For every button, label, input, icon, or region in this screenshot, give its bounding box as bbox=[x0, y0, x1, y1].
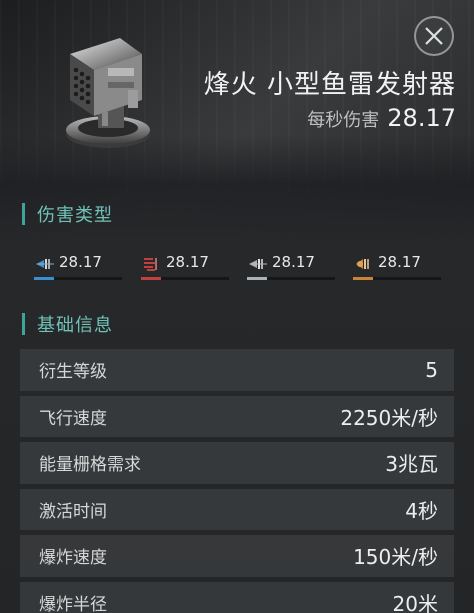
stat-row-powergrid: 能量栅格需求 3兆瓦 bbox=[20, 442, 454, 484]
stat-row-derived-level: 衍生等级 5 bbox=[20, 349, 454, 391]
stat-value: 20米 bbox=[392, 591, 438, 613]
item-title: 烽火 小型鱼雷发射器 bbox=[203, 70, 456, 100]
item-info-panel: 烽火 小型鱼雷发射器 每秒伤害 28.17 伤害类型 28.17 28.17 2… bbox=[0, 0, 474, 613]
stat-row-activation-time: 激活时间 4秒 bbox=[20, 488, 454, 530]
stat-value: 3兆瓦 bbox=[385, 452, 438, 477]
stats-table: 衍生等级 5 飞行速度 2250米/秒 能量栅格需求 3兆瓦 激活时间 4秒 爆… bbox=[20, 349, 454, 613]
stat-label: 衍生等级 bbox=[39, 362, 107, 383]
damage-type-em: 28.17 bbox=[34, 252, 126, 282]
damage-bar-track bbox=[34, 277, 122, 280]
torpedo-launcher-image bbox=[66, 38, 150, 148]
stat-label: 激活时间 bbox=[39, 501, 107, 522]
damage-section-title: 伤害类型 bbox=[37, 205, 113, 226]
stat-label: 能量栅格需求 bbox=[39, 455, 141, 476]
damage-type-explosive: 28.17 bbox=[353, 252, 445, 282]
explosive-damage-icon bbox=[356, 259, 369, 269]
damage-bar-track bbox=[141, 277, 229, 280]
damage-value: 28.17 bbox=[272, 253, 315, 271]
dps-row: 每秒伤害 28.17 bbox=[307, 104, 456, 132]
damage-value: 28.17 bbox=[378, 253, 421, 271]
damage-value: 28.17 bbox=[166, 253, 209, 271]
dps-label: 每秒伤害 bbox=[307, 110, 380, 131]
item-header: 烽火 小型鱼雷发射器 每秒伤害 28.17 bbox=[0, 0, 474, 190]
damage-bar-fill bbox=[141, 277, 161, 280]
dps-value: 28.17 bbox=[387, 104, 456, 132]
damage-bar-fill bbox=[34, 277, 54, 280]
damage-bar-track bbox=[247, 277, 335, 280]
damage-type-thermal: 28.17 bbox=[141, 252, 233, 282]
damage-type-kinetic: 28.17 bbox=[247, 252, 339, 282]
thermal-damage-icon bbox=[144, 258, 157, 271]
info-section-header: 基础信息 bbox=[22, 311, 113, 337]
damage-section-header: 伤害类型 bbox=[22, 201, 113, 227]
damage-bar-fill bbox=[353, 277, 373, 280]
stat-row-flight-speed: 飞行速度 2250米/秒 bbox=[20, 395, 454, 437]
stat-row-explosion-radius: 爆炸半径 20米 bbox=[20, 581, 454, 613]
close-button[interactable] bbox=[414, 16, 454, 56]
section-accent-bar bbox=[22, 313, 25, 335]
stat-value: 5 bbox=[425, 357, 438, 382]
section-accent-bar bbox=[22, 203, 25, 225]
stat-label: 飞行速度 bbox=[39, 408, 107, 429]
damage-bar-fill bbox=[247, 277, 267, 280]
info-section-title: 基础信息 bbox=[37, 315, 113, 336]
stat-row-explosion-velocity: 爆炸速度 150米/秒 bbox=[20, 535, 454, 577]
stat-label: 爆炸速度 bbox=[39, 548, 107, 569]
stat-value: 150米/秒 bbox=[353, 545, 438, 570]
damage-value: 28.17 bbox=[59, 253, 102, 271]
stat-value: 2250米/秒 bbox=[340, 405, 438, 430]
kinetic-damage-icon bbox=[249, 259, 267, 269]
close-icon bbox=[425, 27, 443, 45]
stat-value: 4秒 bbox=[405, 498, 438, 523]
damage-type-list: 28.17 28.17 28.17 28.17 bbox=[34, 252, 454, 282]
damage-bar-track bbox=[353, 277, 441, 280]
em-damage-icon bbox=[36, 259, 54, 269]
stat-label: 爆炸半径 bbox=[39, 594, 107, 613]
